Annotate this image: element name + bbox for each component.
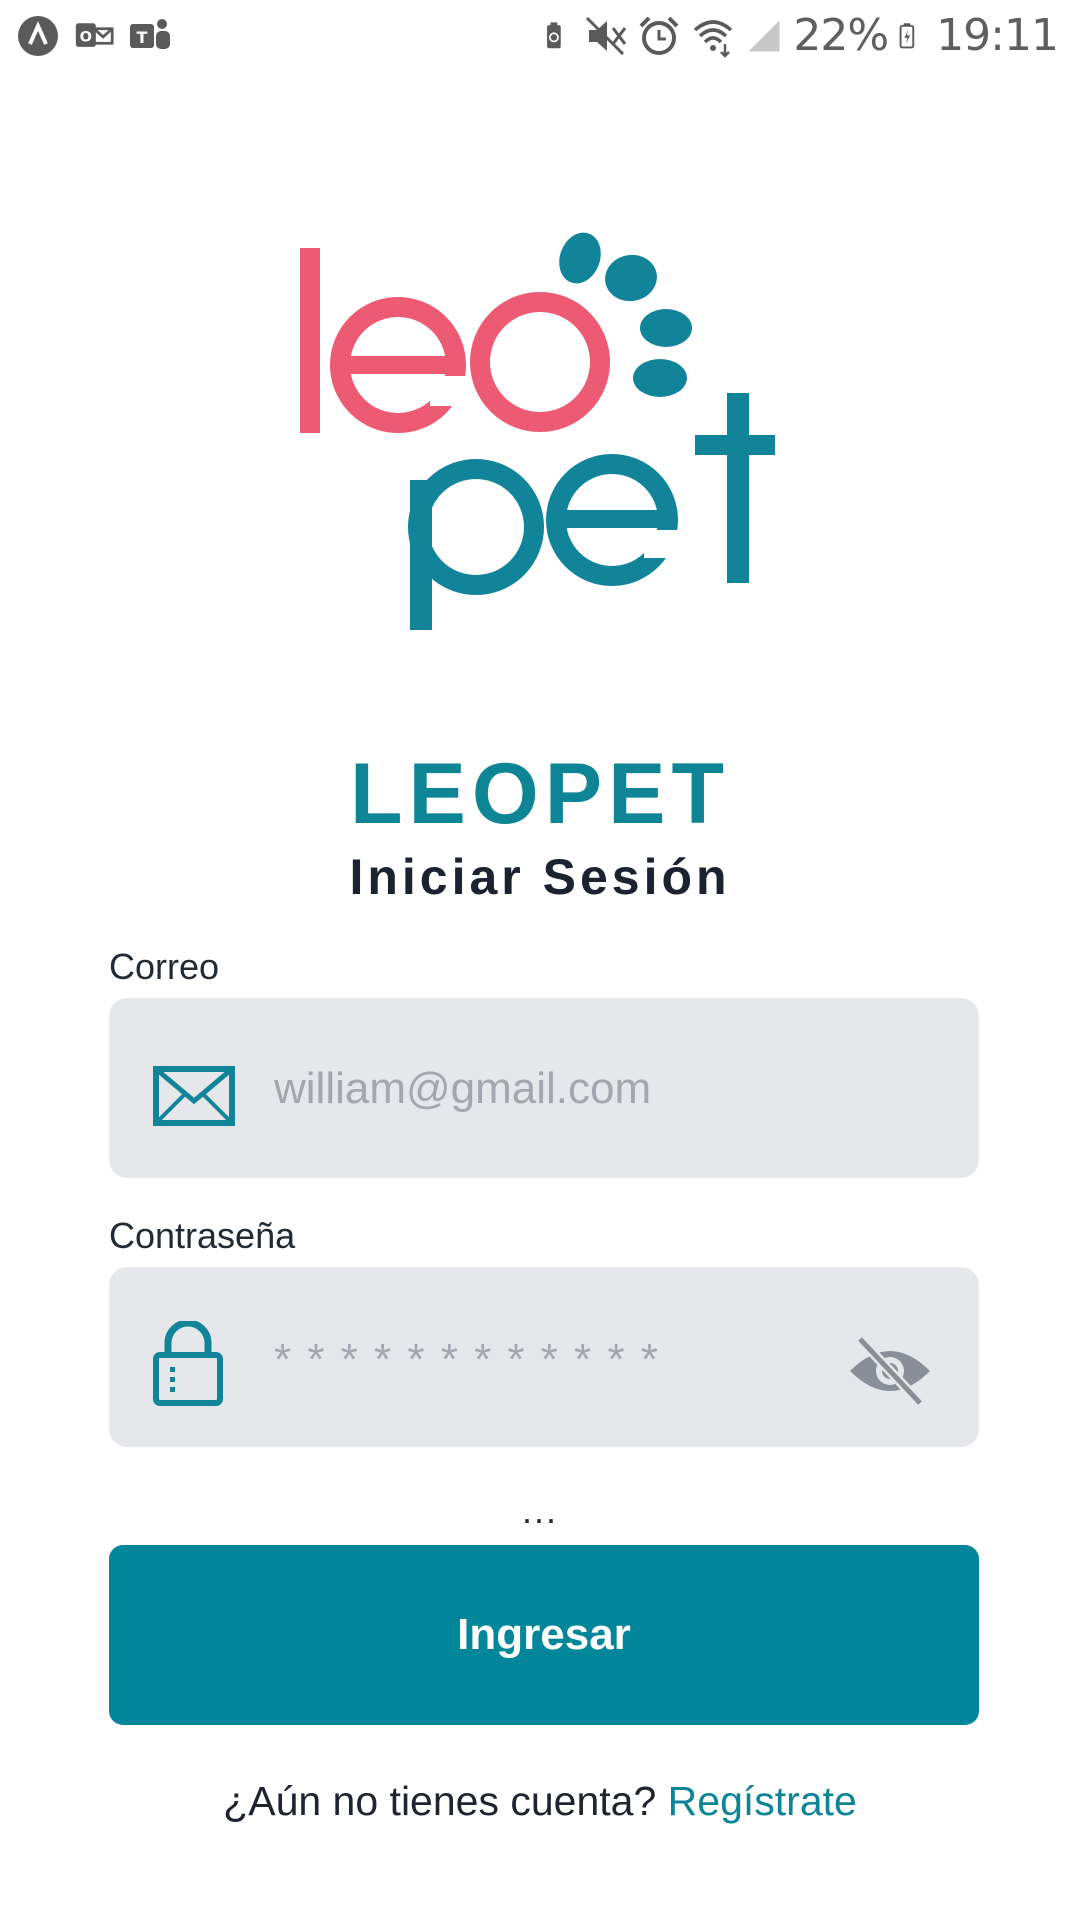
email-label: Correo — [109, 946, 220, 987]
outlook-icon: O — [75, 23, 114, 47]
eye-off-icon[interactable] — [846, 1335, 934, 1407]
android-auto-icon — [18, 16, 58, 56]
svg-text:O: O — [80, 29, 92, 45]
register-prompt: ¿Aún no tienes cuenta? — [223, 1778, 657, 1824]
teams-icon: T — [130, 19, 170, 49]
status-ellipsis: ... — [521, 1490, 558, 1531]
logo-letter-o — [470, 292, 610, 432]
email-input[interactable]: william@gmail.com — [274, 1064, 651, 1114]
battery-saver-icon — [547, 21, 562, 48]
login-button-label: Ingresar — [457, 1610, 631, 1659]
password-input[interactable]: * * * * * * * * * * * * — [274, 1335, 660, 1385]
status-bar-left: O T — [16, 14, 172, 58]
mute-icon — [586, 16, 627, 55]
logo-letter-e-pink — [330, 297, 470, 433]
clock: 19:11 — [936, 10, 1059, 61]
envelope-icon — [153, 1066, 235, 1126]
alarm-icon — [639, 16, 679, 55]
page-subtitle: Iniciar Sesión — [349, 849, 731, 905]
register-prompt-line: ¿Aún no tienes cuenta? Regístrate — [0, 1778, 1080, 1825]
svg-text:T: T — [137, 28, 148, 47]
app-title: LEOPET — [349, 746, 731, 842]
signal-icon — [748, 19, 780, 52]
battery-icon — [899, 22, 915, 48]
password-label: Contraseña — [109, 1215, 296, 1256]
battery-percent: 22% — [793, 10, 889, 61]
leopet-logo — [300, 232, 775, 630]
email-field[interactable]: william@gmail.com — [109, 998, 979, 1178]
logo-letter-p — [408, 459, 544, 630]
logo-letter-e-teal — [546, 454, 684, 586]
logo-letter-l — [300, 248, 320, 433]
status-bar: O T 22% 19:11 — [0, 0, 1080, 80]
logo-letter-t — [695, 393, 775, 583]
login-screen: O T 22% 19:11 LEOPET Iniciar Sesión Corr… — [0, 0, 1080, 1920]
lock-icon — [153, 1321, 223, 1406]
login-button[interactable]: Ingresar — [109, 1545, 979, 1725]
wifi-icon — [694, 19, 733, 58]
register-link[interactable]: Regístrate — [668, 1778, 857, 1824]
password-field[interactable]: * * * * * * * * * * * * — [109, 1267, 979, 1447]
status-bar-right: 22% 19:11 — [543, 10, 1059, 61]
